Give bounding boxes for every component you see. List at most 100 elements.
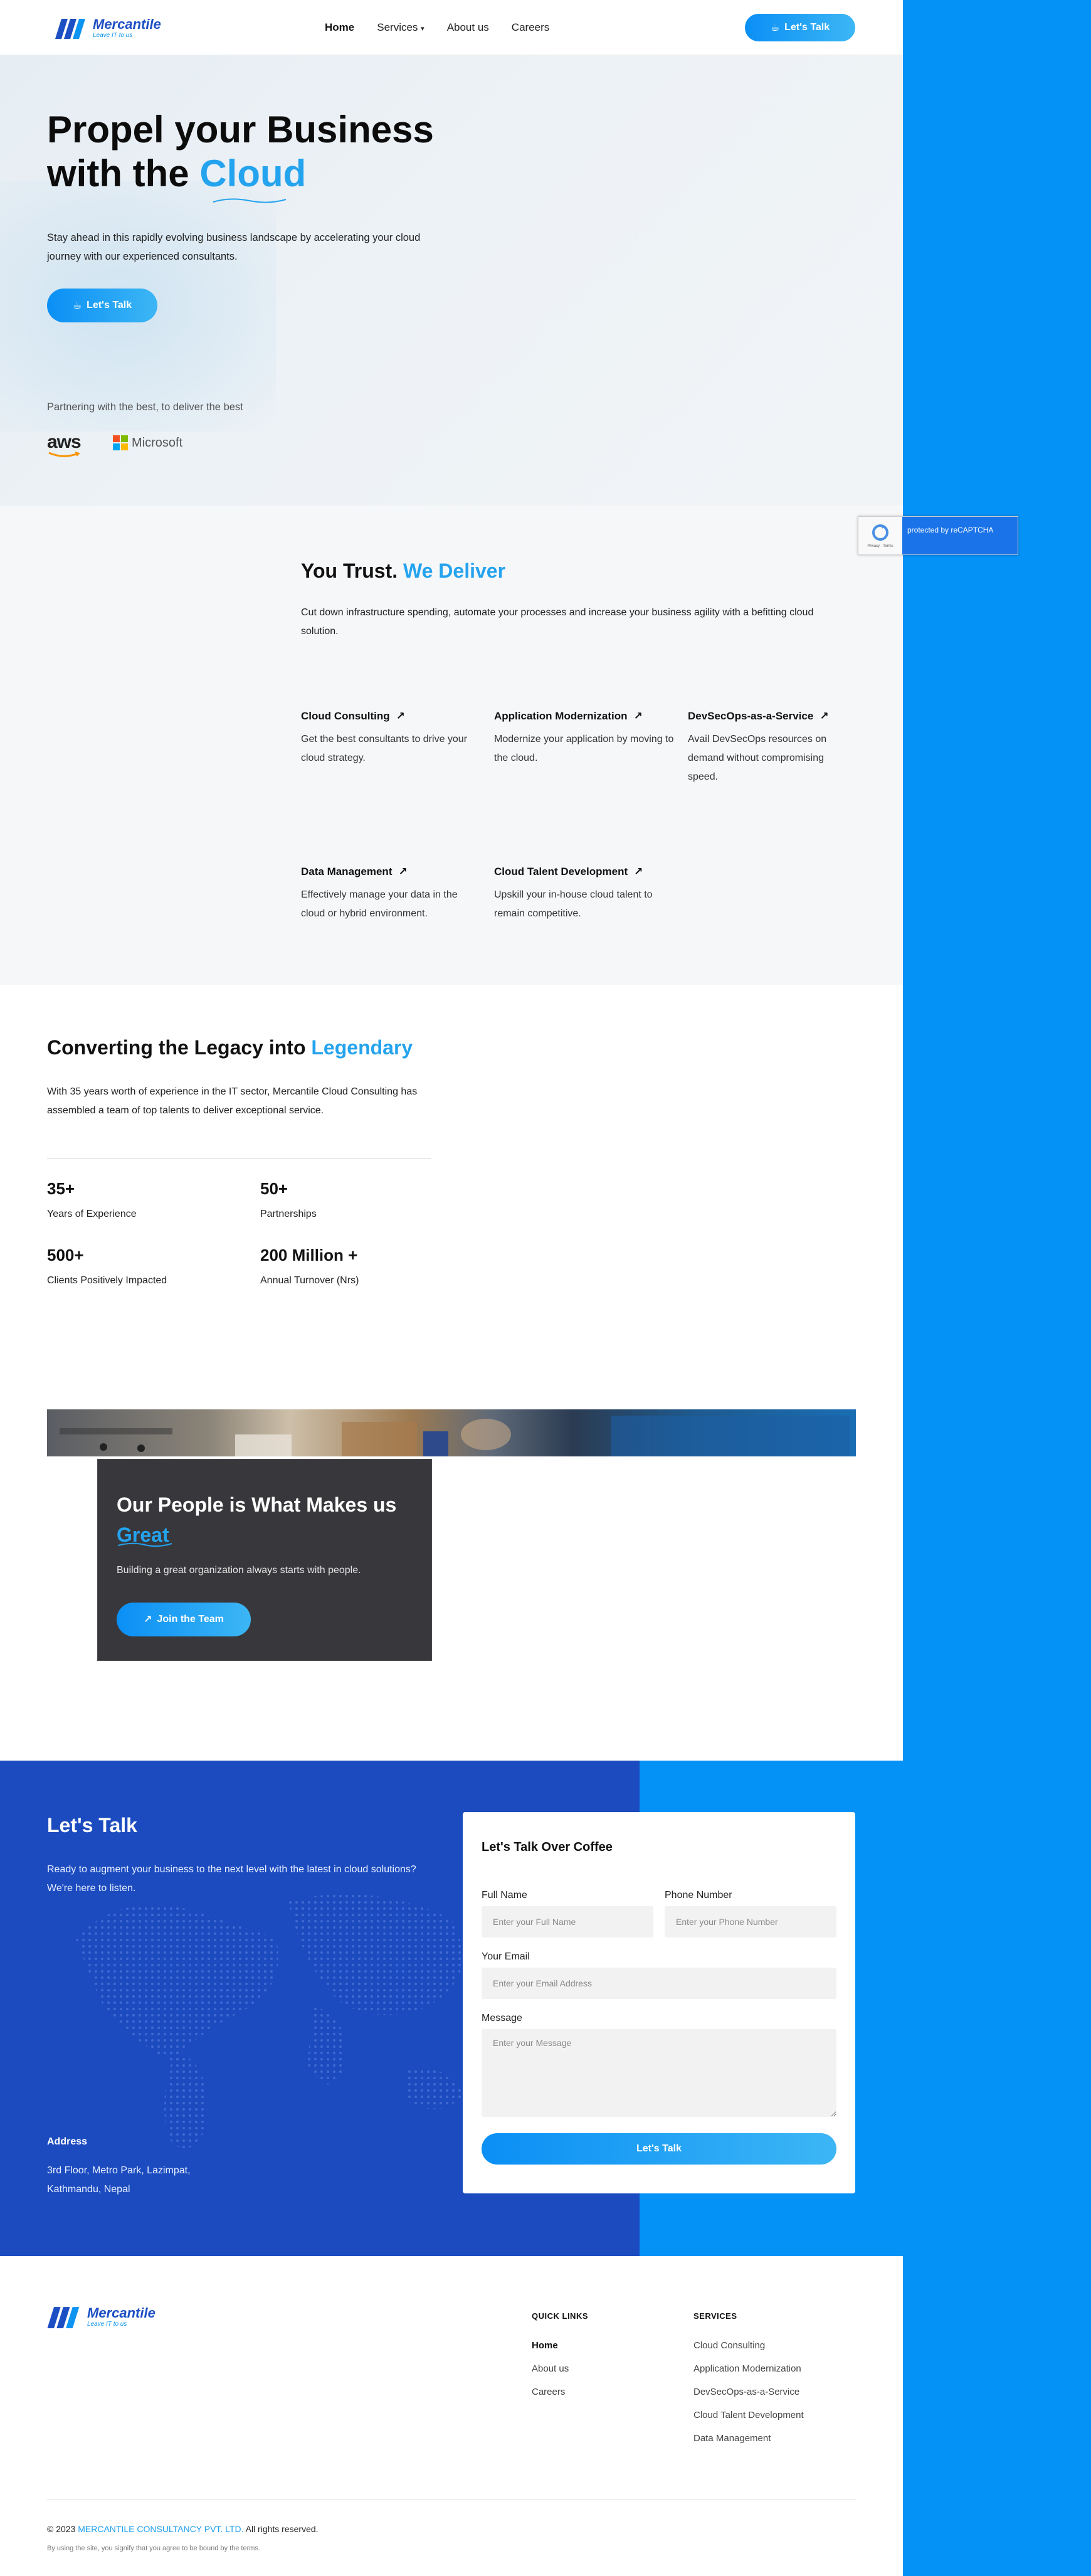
hero-title-line2: with the (47, 152, 200, 194)
service-card[interactable]: Data Management ↗ Effectively manage your… (301, 866, 483, 923)
people-title-text: Our People is What Makes us (117, 1493, 397, 1516)
trust-title: You Trust. We Deliver (301, 559, 505, 583)
microsoft-logo: Microsoft (113, 435, 182, 450)
service-description: Upskill your in-house cloud talent to re… (494, 889, 653, 919)
stat-number: 50+ (260, 1179, 288, 1198)
trust-title-prefix: You Trust. (301, 559, 403, 582)
recaptcha-terms: Privacy - Terms (867, 544, 893, 548)
footer-service-link[interactable]: Cloud Consulting (693, 2340, 765, 2351)
service-title: Cloud Consulting (301, 710, 390, 722)
nav-careers[interactable]: Careers (512, 21, 549, 34)
stat-number: 200 Million + (260, 1246, 358, 1264)
site-header: Mercantile Leave IT to us Home Services … (0, 0, 903, 55)
arrow-up-right-icon: ↗ (634, 866, 643, 877)
service-description: Get the best consultants to drive your c… (301, 734, 468, 763)
service-card[interactable]: Cloud Consulting ↗ Get the best consultan… (301, 710, 483, 768)
name-label: Full Name (482, 1890, 527, 1900)
legacy-title-prefix: Converting the Legacy into (47, 1036, 312, 1059)
hero-title: Propel your Business with the Cloud (47, 108, 434, 203)
header-lets-talk-button[interactable]: ☕ Let's Talk (745, 14, 855, 41)
coffee-icon: ☕ (770, 23, 780, 33)
brand-logo[interactable]: Mercantile Leave IT to us (55, 18, 161, 39)
recaptcha-icon (872, 524, 888, 541)
coffee-icon: ☕ (72, 300, 82, 311)
phone-input[interactable] (665, 1906, 836, 1937)
arrow-up-right-icon: ↗ (820, 710, 829, 722)
brand-name: Mercantile (87, 2305, 155, 2321)
form-title: Let's Talk Over Coffee (482, 1840, 613, 1854)
service-card[interactable]: Application Modernization ↗ Modernize you… (494, 710, 676, 768)
brand-name: Mercantile (93, 16, 161, 32)
nav-services-label: Services (377, 21, 418, 33)
main-nav: Home Services ▾ About us Careers (325, 21, 549, 34)
service-description: Avail DevSecOps resources on demand with… (688, 734, 827, 782)
trust-description: Cut down infrastructure spending, automa… (301, 607, 814, 637)
service-title: Cloud Talent Development (494, 866, 628, 877)
address-title: Address (47, 2136, 88, 2147)
service-card[interactable]: Cloud Talent Development ↗ Upskill your i… (494, 866, 676, 923)
contact-form: Let's Talk Over Coffee Full Name Phone N… (463, 1812, 855, 2193)
mercantile-logo-icon (47, 2307, 80, 2328)
people-card: Our People is What Makes us Great Buildin… (97, 1459, 432, 1661)
hero-lets-talk-button[interactable]: ☕ Let's Talk (47, 289, 157, 322)
nav-home[interactable]: Home (325, 21, 354, 34)
stat-item: 35+ Years of Experience (47, 1179, 235, 1220)
arrow-up-right-icon: ↗ (396, 710, 405, 722)
service-title: Application Modernization (494, 710, 628, 722)
email-input[interactable] (482, 1968, 836, 1999)
footer-link-home[interactable]: Home (532, 2340, 558, 2351)
service-title: DevSecOps-as-a-Service (688, 710, 814, 722)
contact-description: Ready to augment your business to the ne… (47, 1864, 416, 1894)
nav-about[interactable]: About us (447, 21, 489, 34)
message-textarea[interactable] (482, 2029, 836, 2117)
stat-number: 500+ (47, 1246, 84, 1264)
team-photo-illustration (60, 1416, 850, 1456)
footer-service-link[interactable]: Cloud Talent Development (693, 2410, 804, 2420)
people-description: Building a great organization always sta… (117, 1565, 361, 1576)
copyright-prefix: © 2023 (47, 2524, 78, 2534)
arrow-up-right-icon: ↗ (398, 866, 408, 877)
legacy-title-accent: Legendary (311, 1036, 413, 1059)
join-team-button[interactable]: ↗ Join the Team (117, 1603, 251, 1636)
quick-links-title: QUICK LINKS (532, 2311, 588, 2321)
footer-service-link[interactable]: DevSecOps-as-a-Service (693, 2387, 799, 2397)
copyright-suffix: All rights reserved. (243, 2524, 319, 2534)
squiggle-underline (213, 198, 287, 203)
chevron-down-icon: ▾ (421, 25, 424, 33)
trust-title-accent: We Deliver (403, 559, 506, 582)
hero-accent-text: Cloud (199, 152, 307, 194)
world-map-dots (75, 1894, 464, 2149)
brand-tagline: Leave IT to us (93, 32, 133, 39)
squiggle-underline (117, 1542, 172, 1547)
footer-divider (47, 2499, 856, 2500)
footer-service-link[interactable]: Data Management (693, 2433, 771, 2444)
terms-text: By using the site, you signify that you … (47, 2545, 260, 2552)
stat-label: Years of Experience (47, 1209, 137, 1219)
stat-label: Annual Turnover (Nrs) (260, 1275, 359, 1286)
arrow-up-right-icon: ↗ (144, 1614, 152, 1625)
header-cta-label: Let's Talk (784, 22, 830, 33)
hero-cta-label: Let's Talk (87, 300, 132, 310)
full-name-input[interactable] (482, 1906, 653, 1937)
team-photo (47, 1409, 856, 1456)
nav-services[interactable]: Services ▾ (377, 21, 424, 34)
footer-link-careers[interactable]: Careers (532, 2387, 565, 2397)
microsoft-label: Microsoft (132, 435, 183, 450)
service-card[interactable]: DevSecOps-as-a-Service ↗ Avail DevSecOps … (688, 710, 856, 787)
join-team-label: Join the Team (157, 1614, 224, 1625)
submit-button[interactable]: Let's Talk (482, 2133, 836, 2165)
stat-number: 35+ (47, 1179, 75, 1198)
services-section: You Trust. We Deliver Cut down infrastru… (0, 506, 903, 985)
hero-title-line1: Propel your Business (47, 109, 434, 151)
divider (47, 1158, 431, 1159)
aws-smile-icon (48, 452, 80, 457)
company-link[interactable]: MERCANTILE CONSULTANCY PVT. LTD. (78, 2524, 243, 2534)
footer-link-about[interactable]: About us (532, 2363, 569, 2374)
stat-item: 200 Million + Annual Turnover (Nrs) (260, 1246, 448, 1286)
footer-service-link[interactable]: Application Modernization (693, 2363, 801, 2374)
brand-tagline: Leave IT to us (87, 2321, 127, 2328)
legacy-title: Converting the Legacy into Legendary (47, 1036, 413, 1059)
footer-logo[interactable]: Mercantile Leave IT to us (47, 2306, 155, 2328)
recaptcha-badge[interactable]: Privacy - Terms protected by reCAPTCHA (858, 516, 1018, 555)
service-description: Effectively manage your data in the clou… (301, 889, 458, 919)
